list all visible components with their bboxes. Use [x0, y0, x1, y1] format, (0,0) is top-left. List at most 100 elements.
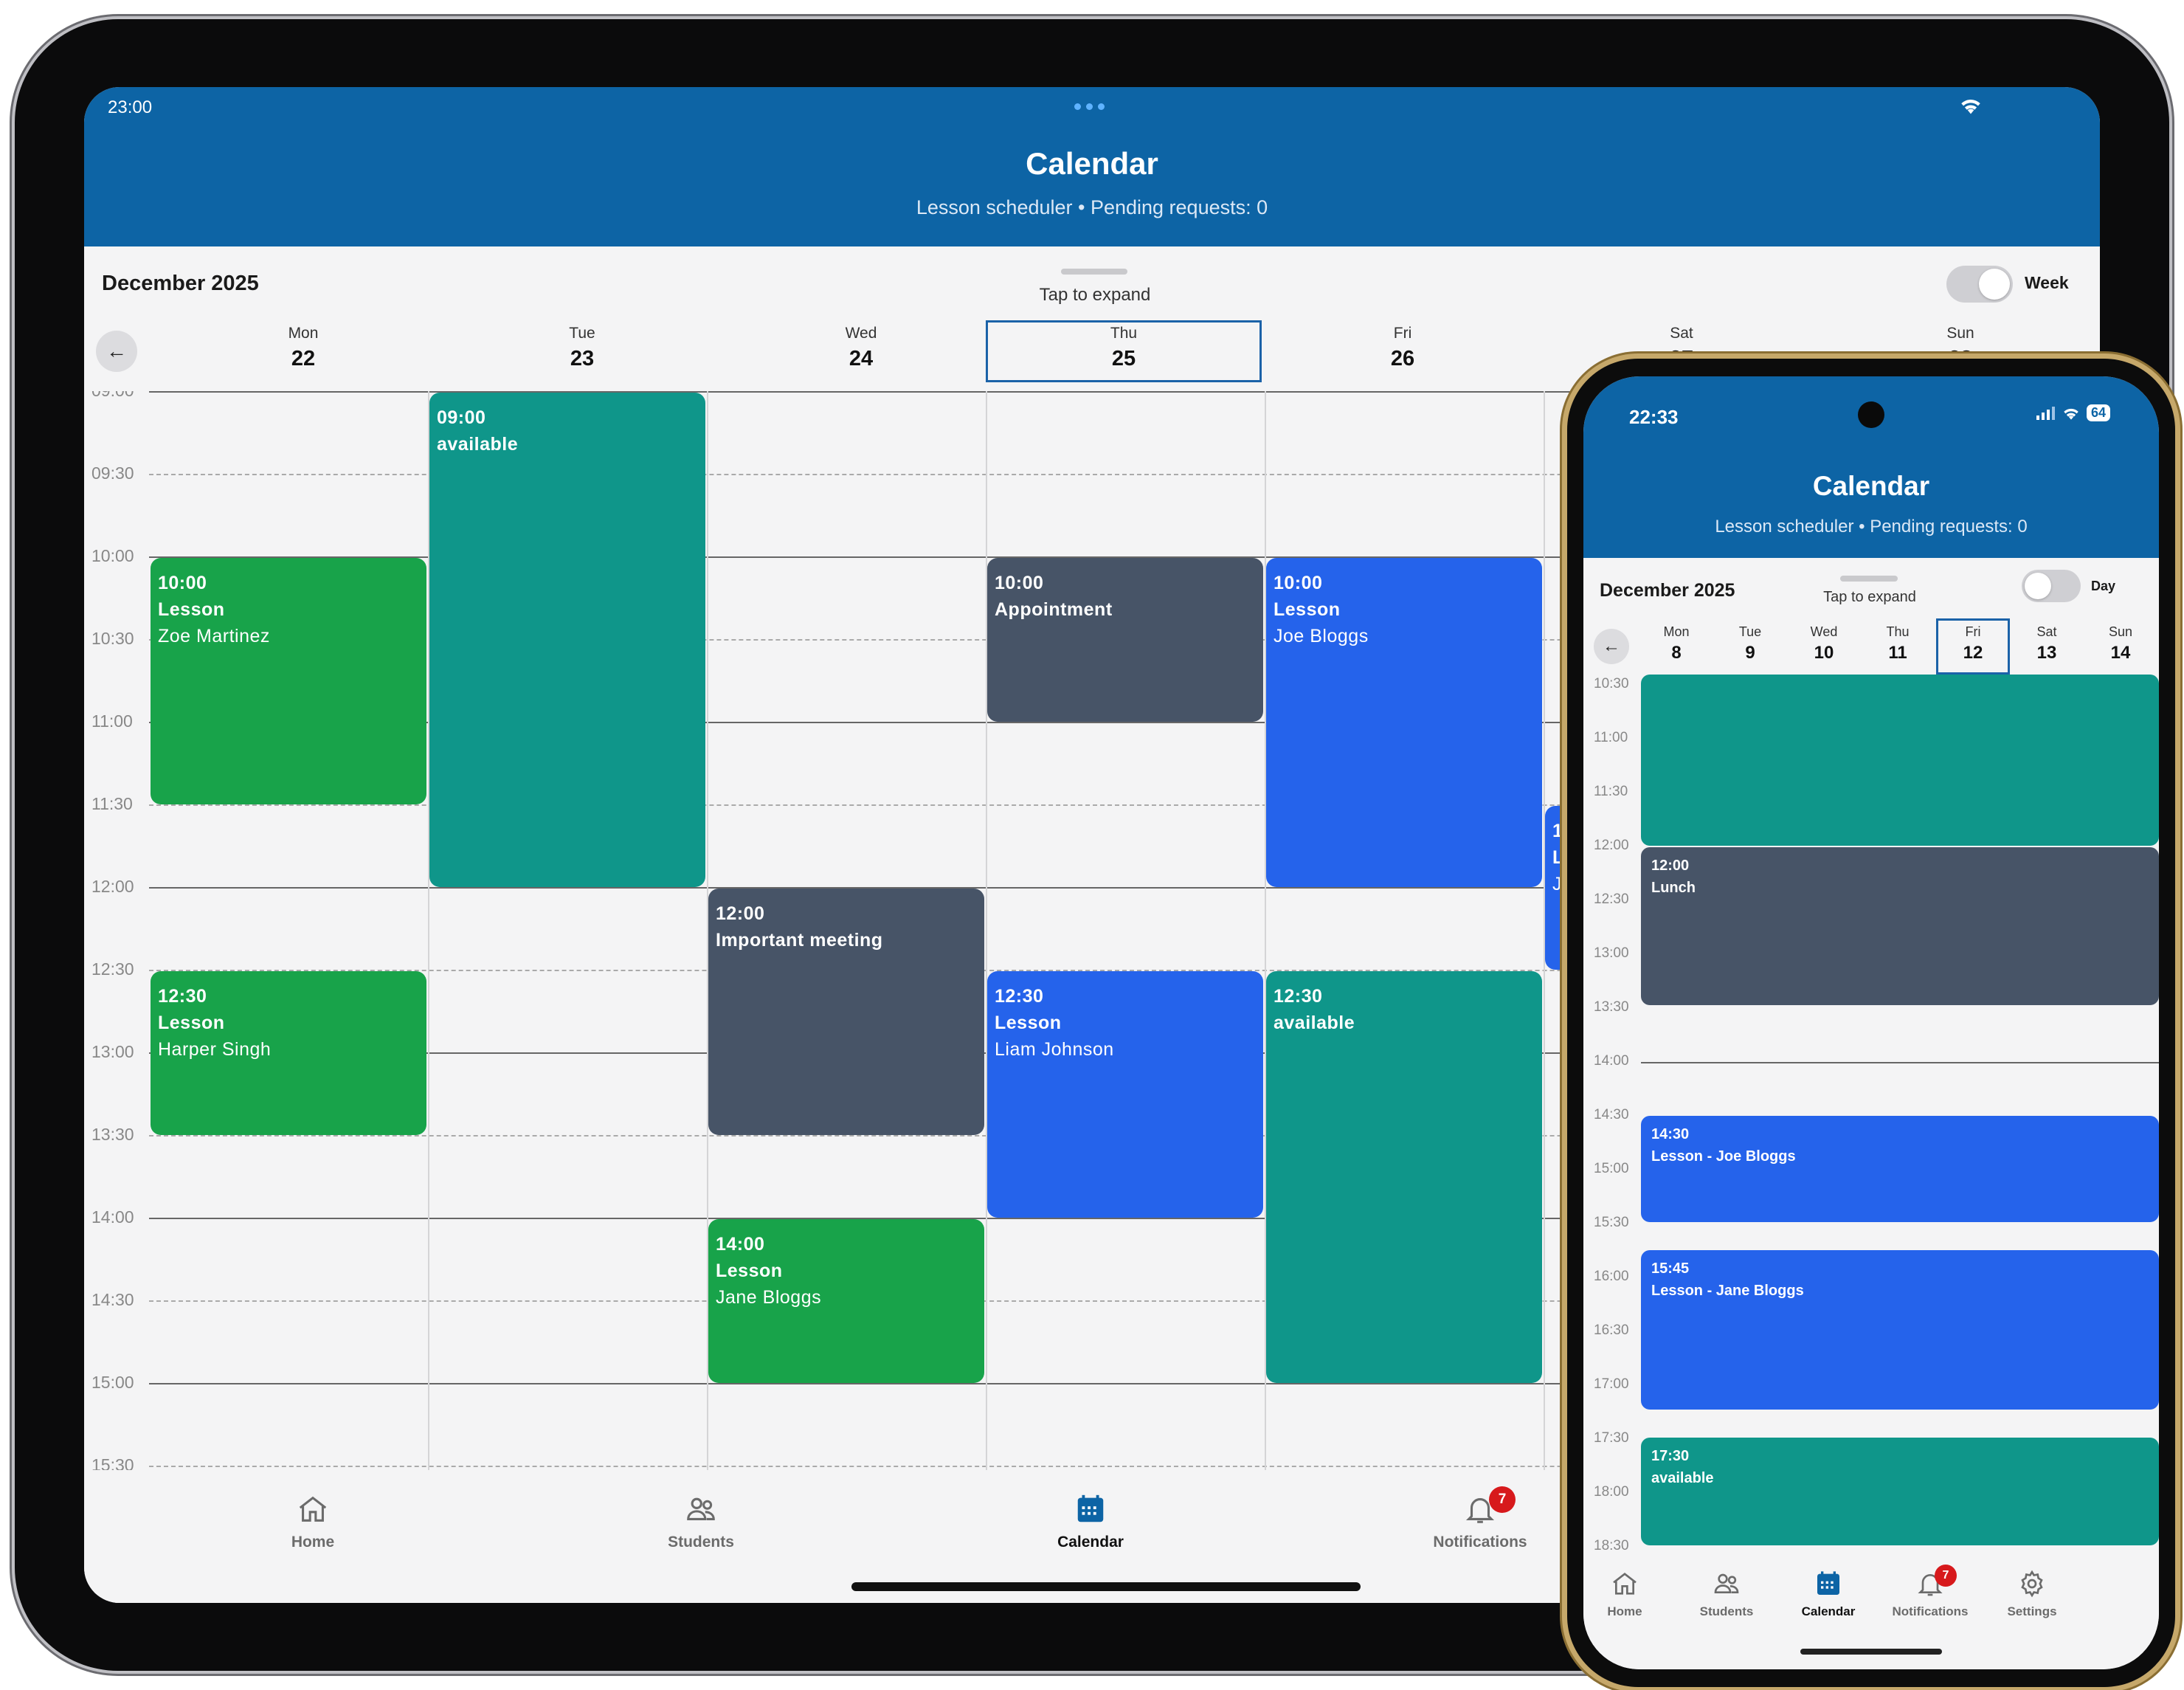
notification-badge: 7	[1935, 1565, 1957, 1587]
time-label: 12:30	[1594, 891, 1629, 907]
day-header-thu[interactable]: Thu 11	[1861, 624, 1935, 663]
page-title: Calendar	[1812, 471, 1930, 501]
battery-level: 64	[2086, 404, 2110, 421]
event-available[interactable]: 09:00 available	[429, 393, 705, 887]
event-title: Lunch	[1651, 880, 1696, 896]
day-date: 8	[1671, 643, 1682, 663]
expand-hint[interactable]: Tap to expand	[999, 285, 1191, 306]
event-student: Zoe Martinez	[158, 626, 270, 646]
previous-week-button[interactable]: ←	[1594, 629, 1629, 664]
event-time: 10:00	[1274, 573, 1323, 593]
day-header-wed[interactable]: Wed 24	[722, 325, 1001, 371]
time-label: 13:30	[1594, 999, 1629, 1015]
event-available-continued[interactable]	[1641, 675, 2159, 846]
expand-hint[interactable]: Tap to expand	[1805, 589, 1935, 606]
day-header-sat[interactable]: Sat 13	[2010, 624, 2084, 663]
camera-cutout	[1858, 401, 1884, 428]
time-label: 14:00	[91, 1207, 134, 1227]
nav-notifications[interactable]: 7 Notifications	[1377, 1486, 1583, 1551]
home-indicator[interactable]	[1800, 1649, 1942, 1655]
arrow-left-icon: ←	[106, 339, 127, 362]
view-toggle[interactable]	[2022, 570, 2081, 602]
event-available[interactable]: 12:30 available	[1266, 971, 1542, 1383]
day-header-fri[interactable]: Fri 26	[1263, 325, 1542, 371]
time-label: 13:00	[1594, 945, 1629, 961]
event-appointment[interactable]: 10:00 Appointment	[987, 558, 1263, 722]
page-subtitle: Lesson scheduler • Pending requests: 0	[916, 196, 1268, 218]
month-label: December 2025	[1600, 580, 1735, 601]
time-label: 09:00	[91, 391, 134, 401]
day-name: Tue	[1738, 624, 1762, 639]
time-label: 15:00	[91, 1373, 134, 1392]
day-grid[interactable]: 10:30 11:00 11:30 12:00 12:30 13:00 13:3…	[1583, 675, 2159, 1554]
day-date: 23	[570, 347, 595, 370]
day-divider	[986, 391, 987, 1491]
day-header-mon[interactable]: Mon 8	[1639, 624, 1713, 663]
nav-home[interactable]: Home	[1583, 1569, 1676, 1619]
day-header-fri[interactable]: Fri 12	[1936, 624, 2010, 663]
event-meeting[interactable]: 12:00 Important meeting	[708, 889, 984, 1135]
event-title: Lesson - Joe Bloggs	[1651, 1148, 1796, 1165]
event-time: 10:00	[995, 573, 1044, 593]
nav-label: Calendar	[1057, 1534, 1124, 1551]
time-label: 17:30	[1594, 1430, 1629, 1446]
time-label: 18:30	[1594, 1538, 1629, 1553]
day-date: 22	[291, 347, 316, 370]
home-icon	[299, 1496, 327, 1522]
nav-calendar[interactable]: Calendar	[1777, 1569, 1880, 1619]
day-header-tue[interactable]: Tue 23	[443, 325, 722, 371]
event-time: 15:45	[1651, 1260, 1690, 1277]
page-subtitle: Lesson scheduler • Pending requests: 0	[1715, 517, 2028, 537]
wifi-icon	[1961, 100, 1980, 114]
nav-home[interactable]: Home	[210, 1492, 416, 1551]
event-title: Lesson	[1274, 599, 1341, 620]
nav-calendar[interactable]: Calendar	[987, 1492, 1194, 1551]
expand-handle[interactable]	[1840, 576, 1898, 582]
time-label: 14:30	[91, 1290, 134, 1309]
event-title: Lesson	[158, 1013, 225, 1033]
event-lesson[interactable]: 14:30 Lesson - Joe Bloggs	[1641, 1116, 2159, 1222]
day-date: 12	[1963, 643, 1983, 663]
event-lesson[interactable]: 10:00 Lesson Zoe Martinez	[151, 558, 426, 804]
view-toggle[interactable]	[1946, 266, 2013, 303]
time-label: 10:30	[91, 629, 134, 648]
time-label: 13:00	[91, 1042, 134, 1061]
day-header-thu[interactable]: Thu 25	[984, 325, 1263, 371]
event-time: 14:00	[716, 1234, 765, 1255]
event-lesson[interactable]: 14:00 Lesson Jane Bloggs	[708, 1219, 984, 1383]
day-name: Wed	[845, 325, 877, 342]
event-time: 12:30	[995, 986, 1044, 1007]
event-student: Liam Johnson	[995, 1039, 1114, 1060]
day-name: Fri	[1393, 325, 1412, 342]
nav-label: Settings	[2007, 1604, 2057, 1618]
nav-students[interactable]: Students	[1675, 1569, 1778, 1619]
event-lesson[interactable]: 12:30 Lesson Liam Johnson	[987, 971, 1263, 1218]
day-header-tue[interactable]: Tue 9	[1713, 624, 1787, 663]
event-lesson[interactable]: 12:30 Lesson Harper Singh	[151, 971, 426, 1135]
event-lesson[interactable]: 10:00 Lesson Joe Bloggs	[1266, 558, 1542, 887]
time-label: 17:00	[1594, 1376, 1629, 1392]
time-label: 11:30	[1594, 784, 1628, 799]
multitask-dots-icon[interactable]	[1074, 103, 1105, 110]
nav-students[interactable]: Students	[598, 1492, 804, 1551]
day-name: Sun	[2108, 624, 2133, 639]
day-header-wed[interactable]: Wed 10	[1787, 624, 1861, 663]
day-date: 10	[1814, 643, 1834, 663]
day-name: Sat	[1670, 325, 1693, 342]
event-title: Appointment	[995, 599, 1113, 620]
nav-label: Notifications	[1433, 1534, 1527, 1551]
day-header-sun[interactable]: Sun 14	[2084, 624, 2157, 663]
previous-week-button[interactable]: ←	[96, 331, 137, 372]
day-header-mon[interactable]: Mon 22	[164, 325, 443, 371]
time-label: 14:30	[1594, 1107, 1629, 1122]
nav-settings[interactable]: Settings	[1980, 1569, 2084, 1619]
event-available[interactable]: 17:30 available	[1641, 1438, 2159, 1545]
time-label: 16:00	[1594, 1269, 1629, 1284]
expand-handle[interactable]	[1061, 269, 1127, 275]
day-date: 13	[2036, 643, 2057, 663]
home-indicator[interactable]	[851, 1582, 1361, 1591]
event-lesson[interactable]: 15:45 Lesson - Jane Bloggs	[1641, 1250, 2159, 1410]
event-lunch[interactable]: 12:00 Lunch	[1641, 847, 2159, 1005]
day-date: 11	[1888, 643, 1907, 663]
nav-notifications[interactable]: 7 Notifications	[1879, 1565, 1982, 1619]
